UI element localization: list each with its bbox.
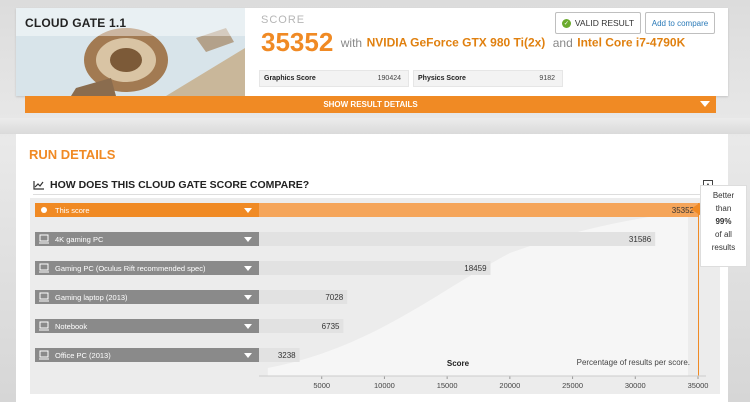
line-chart-icon <box>33 181 44 190</box>
category-label: Gaming laptop (2013) <box>55 293 128 302</box>
bar-value-label: 7028 <box>325 293 343 302</box>
callout-line-5: results <box>711 243 736 252</box>
physics-score-label: Physics Score <box>418 75 466 82</box>
comparison-chart-svg: 5000 10000 15000 20000 25000 30000 35000 Score P… <box>35 203 709 390</box>
x-tick-label: 15000 <box>437 381 458 390</box>
show-result-details-label: SHOW RESULT DETAILS <box>323 100 418 109</box>
percentile-callout: Better than 99% of all results <box>700 185 747 267</box>
category-label: Office PC (2013) <box>55 351 111 360</box>
chevron-down-icon <box>700 101 710 107</box>
graphics-score: Graphics Score 190424 <box>259 70 409 87</box>
bar-value-label: 6735 <box>322 322 340 331</box>
benchmark-title: CLOUD GATE 1.1 <box>25 16 127 30</box>
valid-result-button[interactable]: ✓ VALID RESULT <box>555 12 641 34</box>
category-label: This score <box>55 206 90 215</box>
category-label: Gaming PC (Oculus Rift recommended spec) <box>55 264 206 273</box>
graphics-score-value: 190424 <box>377 75 401 82</box>
callout-line-4: of all <box>715 230 732 239</box>
x-tick-label: 10000 <box>374 381 395 390</box>
category-label: 4K gaming PC <box>55 235 104 244</box>
graphics-score-label: Graphics Score <box>264 75 316 82</box>
chart-annotation: Percentage of results per score. <box>577 358 690 367</box>
category-bar <box>259 232 656 246</box>
this-score-bar <box>259 203 698 217</box>
x-tick-label: 5000 <box>313 381 330 390</box>
score-and-text: and <box>552 35 573 50</box>
result-header-card: CLOUD GATE 1.1 SCORE 35352 with NVIDIA G… <box>16 8 728 96</box>
bar-value-label: 18459 <box>464 264 487 273</box>
x-tick-label: 20000 <box>499 381 520 390</box>
callout-line-1: Better <box>712 191 735 200</box>
physics-score-value: 9182 <box>539 75 555 82</box>
physics-score: Physics Score 9182 <box>413 70 563 87</box>
background-snow <box>0 118 750 134</box>
x-tick-label: 30000 <box>625 381 646 390</box>
category-bar <box>259 261 491 275</box>
run-details-title: RUN DETAILS <box>29 147 116 162</box>
gpu-link[interactable]: NVIDIA GeForce GTX 980 Ti(2x) <box>367 36 546 50</box>
callout-percent: 99% <box>715 217 732 226</box>
check-icon: ✓ <box>561 18 571 28</box>
divider <box>33 194 713 195</box>
compare-title: HOW DOES THIS CLOUD GATE SCORE COMPARE? <box>50 179 310 191</box>
compare-header: HOW DOES THIS CLOUD GATE SCORE COMPARE? … <box>33 176 713 194</box>
x-tick-label: 25000 <box>562 381 583 390</box>
run-details-panel: RUN DETAILS HOW DOES THIS CLOUD GATE SCO… <box>16 134 728 402</box>
overall-score: 35352 <box>261 27 334 57</box>
benchmark-thumbnail: CLOUD GATE 1.1 <box>16 8 245 96</box>
x-axis-label: Score <box>447 359 470 368</box>
sub-scores: Graphics Score 190424 Physics Score 9182 <box>259 70 563 87</box>
bar-value-label: 3238 <box>278 351 296 360</box>
add-to-compare-button[interactable]: Add to compare <box>645 12 715 34</box>
trophy-icon <box>41 207 47 213</box>
cpu-link[interactable]: Intel Core i7-4790K <box>577 36 685 50</box>
valid-result-label: VALID RESULT <box>574 18 635 28</box>
comparison-chart: 5000 10000 15000 20000 25000 30000 35000 Score P… <box>30 198 720 394</box>
x-tick-label: 35000 <box>688 381 709 390</box>
score-with-text: with <box>340 35 363 50</box>
category-label: Notebook <box>55 322 87 331</box>
callout-line-2: than <box>715 204 732 213</box>
show-result-details-bar[interactable]: SHOW RESULT DETAILS <box>25 96 716 113</box>
bar-value-label: 31586 <box>629 235 652 244</box>
